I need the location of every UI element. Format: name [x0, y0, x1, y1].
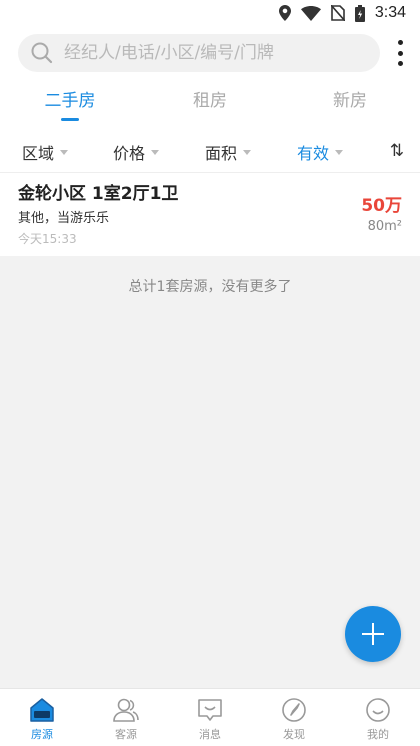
message-icon: [198, 699, 222, 721]
listing-description: 其他，当游乐乐: [18, 211, 110, 226]
location-icon: [278, 5, 291, 21]
more-dot-icon: [397, 61, 403, 66]
filter-region[interactable]: 区域: [22, 140, 69, 164]
dropdown-arrow-icon: [60, 149, 69, 155]
tab-new-home[interactable]: 新房: [280, 86, 420, 122]
filter-area[interactable]: 面积: [205, 140, 252, 164]
sort-icon[interactable]: ⇅: [390, 141, 404, 161]
people-icon: [113, 698, 139, 722]
nav-discover[interactable]: 发现: [252, 689, 336, 746]
listing-area: 80m²: [367, 219, 402, 234]
filter-status[interactable]: 有效: [297, 140, 344, 164]
house-icon: [30, 698, 54, 722]
filter-label: 价格: [113, 144, 146, 163]
add-listing-button[interactable]: [345, 606, 401, 662]
tab-second-hand[interactable]: 二手房: [0, 86, 140, 122]
more-dot-icon: [397, 50, 403, 56]
nav-me[interactable]: 我的: [336, 689, 420, 746]
status-bar: 3:34: [0, 0, 420, 28]
nav-messages[interactable]: 消息: [168, 689, 252, 746]
nav-listings[interactable]: 房源: [0, 689, 84, 746]
nav-label: 消息: [199, 728, 221, 741]
search-icon: [31, 42, 53, 64]
bottom-nav: 房源 客源 消息 发现 我的: [0, 688, 420, 746]
listing-price: 50万: [361, 196, 402, 216]
tab-bar: 二手房 租房 新房: [0, 86, 420, 122]
nav-label: 客源: [115, 728, 137, 741]
more-menu-button[interactable]: [394, 38, 406, 68]
search-bar[interactable]: [18, 34, 380, 72]
wifi-icon: [300, 5, 321, 21]
nav-label: 房源: [31, 728, 53, 741]
nav-clients[interactable]: 客源: [84, 689, 168, 746]
listing-time: 今天15:33: [18, 232, 77, 246]
filter-bar: 区域 价格 面积 有效 ⇅: [0, 132, 420, 170]
nav-label: 我的: [367, 728, 389, 741]
no-sim-icon: [330, 5, 345, 21]
tab-rental[interactable]: 租房: [140, 86, 280, 122]
search-input[interactable]: [64, 43, 364, 63]
listing-title: 金轮小区 1室2厅1卫: [18, 184, 179, 204]
filter-price[interactable]: 价格: [113, 140, 160, 164]
more-dot-icon: [397, 40, 403, 45]
dropdown-arrow-icon: [335, 149, 344, 155]
end-of-list-note: 总计1套房源，没有更多了: [128, 279, 292, 295]
header: 二手房 租房 新房 区域 价格 面积 有效 ⇅: [0, 28, 420, 172]
battery-icon: [354, 4, 365, 22]
dropdown-arrow-icon: [151, 149, 160, 155]
filter-label: 面积: [205, 144, 238, 163]
compass-icon: [282, 698, 306, 722]
filter-label: 有效: [297, 144, 330, 163]
smile-icon: [366, 698, 390, 722]
dropdown-arrow-icon: [243, 149, 252, 155]
status-time: 3:34: [374, 4, 406, 21]
nav-label: 发现: [283, 728, 305, 741]
filter-label: 区域: [22, 144, 55, 163]
listing-item[interactable]: 金轮小区 1室2厅1卫 其他，当游乐乐 今天15:33 50万 80m²: [0, 172, 420, 256]
